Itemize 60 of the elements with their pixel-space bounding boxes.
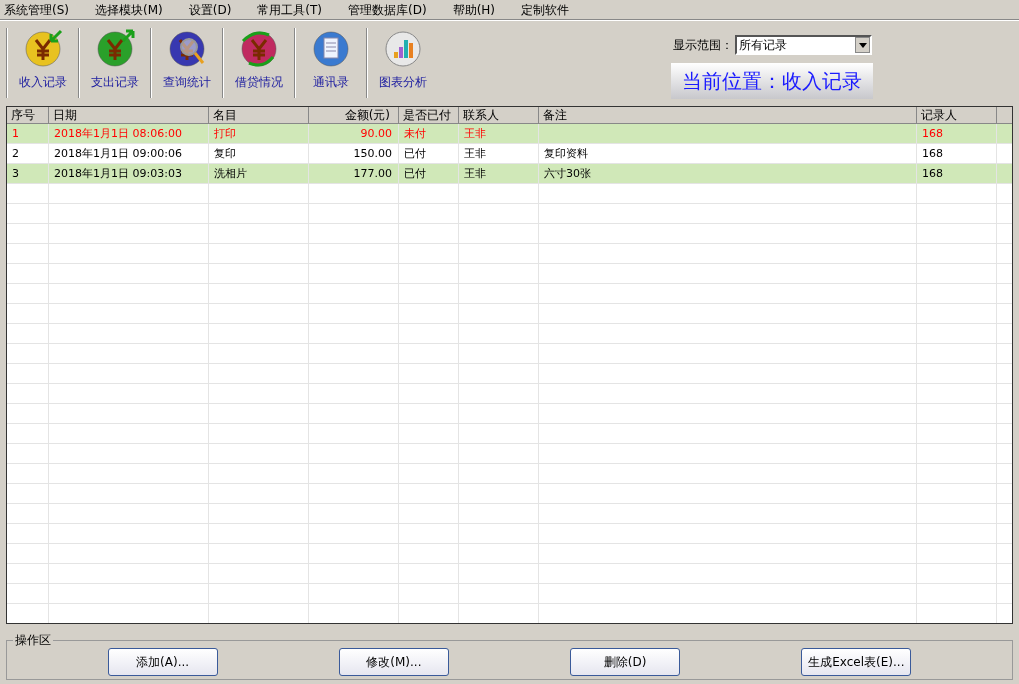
table-cell: 六寸30张 (544, 167, 591, 180)
table-cell: 177.00 (353, 167, 392, 180)
table-cell: 打印 (214, 127, 236, 140)
table-row[interactable]: 2 2018年1月1日 09:00:06 复印 150.00 已付 王非 复印资料 168 (7, 144, 1012, 164)
column-header[interactable]: 金额(元) (309, 107, 399, 123)
table-cell: 已付 (404, 167, 426, 180)
range-label: 显示范围： (673, 37, 733, 54)
action-button[interactable]: 添加(A)... (107, 648, 218, 676)
menu-item[interactable]: 定制软件 (521, 0, 569, 19)
toolbar-button[interactable]: 查询统计 (152, 27, 222, 99)
menu-item[interactable]: 系统管理(S) (4, 0, 69, 19)
document-icon (311, 29, 351, 69)
column-header[interactable]: 备注 (539, 107, 917, 123)
table-cell: 168 (922, 167, 943, 180)
toolbar-button[interactable]: 图表分析 (368, 27, 438, 99)
table-cell: 1 (12, 127, 19, 140)
location-banner: 当前位置：收入记录 (671, 63, 873, 99)
column-header[interactable]: 是否已付 (399, 107, 459, 123)
table-cell: 未付 (404, 127, 426, 140)
table-cell: 168 (922, 127, 943, 140)
table-cell: 洗相片 (214, 167, 247, 180)
yen-coin-icon (95, 29, 135, 69)
range-select[interactable]: 所有记录 (735, 35, 872, 55)
table-cell: 3 (12, 167, 19, 180)
table-cell: 复印 (214, 147, 236, 160)
column-header[interactable]: 日期 (49, 107, 209, 123)
toolbar-button[interactable]: 借贷情况 (224, 27, 294, 99)
toolbar-button[interactable]: 支出记录 (80, 27, 150, 99)
column-header[interactable]: 序号 (7, 107, 49, 123)
table-cell: 王非 (464, 167, 486, 180)
menu-item[interactable]: 帮助(H) (452, 0, 495, 19)
table-cell: 2018年1月1日 09:00:06 (54, 147, 182, 160)
column-header[interactable]: 记录人 (917, 107, 997, 123)
magnifier-coin-icon (167, 29, 207, 69)
yen-coin-icon (239, 29, 279, 69)
table-cell: 2018年1月1日 09:03:03 (54, 167, 182, 180)
menu-item[interactable]: 选择模块(M) (95, 0, 163, 19)
menu-item[interactable]: 设置(D) (188, 0, 232, 19)
table-cell: 2 (12, 147, 19, 160)
table-cell: 2018年1月1日 08:06:00 (54, 127, 182, 140)
toolbar-button[interactable]: 收入记录 (8, 27, 78, 99)
table-cell: 复印资料 (544, 147, 588, 160)
menu-item[interactable]: 常用工具(T) (257, 0, 322, 19)
action-button[interactable]: 修改(M)... (338, 648, 449, 676)
menu-item[interactable]: 管理数据库(D) (348, 0, 427, 19)
table-cell: 已付 (404, 147, 426, 160)
panel-title: 操作区 (13, 631, 53, 649)
table-cell: 王非 (464, 147, 486, 160)
table-row[interactable]: 3 2018年1月1日 09:03:03 洗相片 177.00 已付 王非 六寸30张 168 (7, 164, 1012, 184)
yen-coin-icon (23, 29, 63, 69)
column-header[interactable]: 名目 (209, 107, 309, 123)
action-button[interactable]: 生成Excel表(E)... (801, 648, 912, 676)
table-cell: 90.00 (360, 127, 392, 140)
table-cell: 王非 (464, 127, 486, 140)
column-header[interactable]: 联系人 (459, 107, 539, 123)
bar-chart-icon (383, 29, 423, 69)
action-button[interactable]: 删除(D) (570, 648, 681, 676)
table-cell: 168 (922, 147, 943, 160)
table-cell: 150.00 (353, 147, 392, 160)
toolbar-button[interactable]: 通讯录 (296, 27, 366, 99)
